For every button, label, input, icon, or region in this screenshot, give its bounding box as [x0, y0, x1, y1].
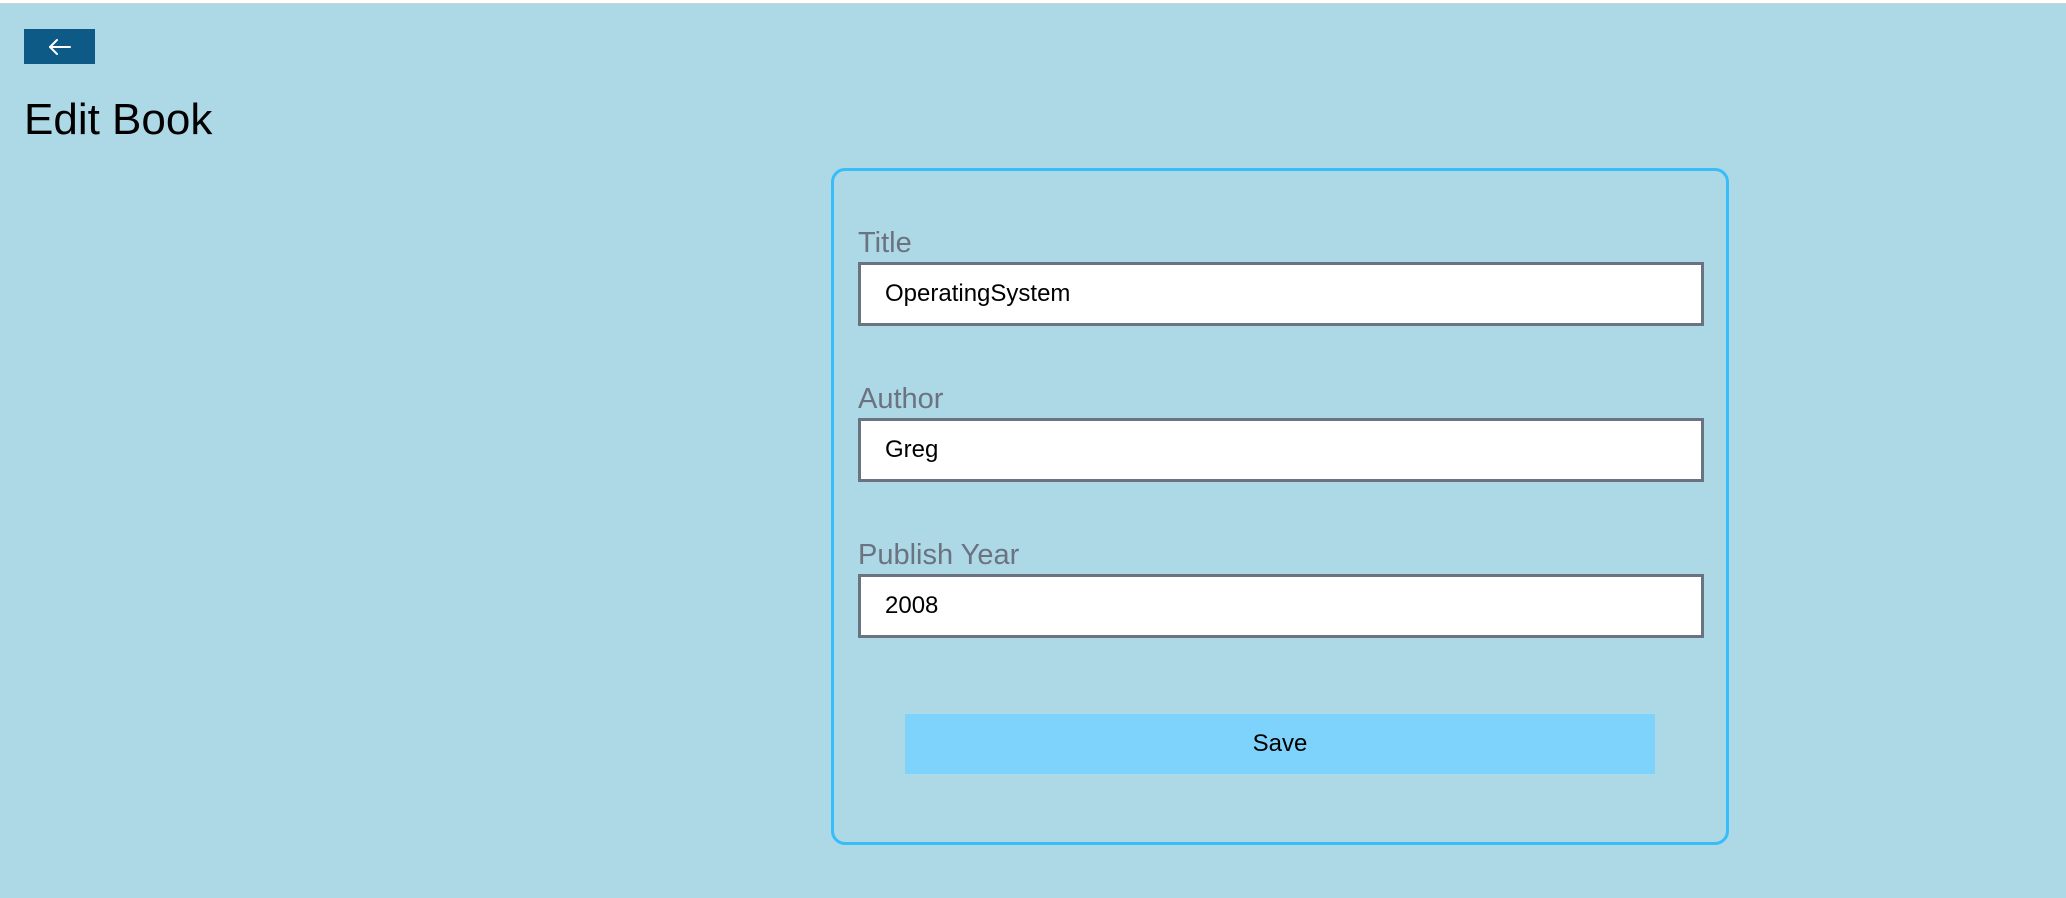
publish-year-label: Publish Year	[858, 539, 1020, 571]
back-button[interactable]	[24, 29, 95, 64]
author-label: Author	[858, 383, 944, 415]
arrow-left-icon	[48, 38, 72, 55]
author-input[interactable]	[858, 418, 1704, 482]
app-container: Edit Book Title Author Publish Year Save	[0, 3, 2066, 898]
edit-book-form: Title Author Publish Year Save	[831, 168, 1729, 845]
title-label: Title	[858, 227, 912, 259]
publish-year-input[interactable]	[858, 574, 1704, 638]
page-title: Edit Book	[24, 95, 213, 144]
save-button[interactable]: Save	[905, 714, 1655, 774]
page: Edit Book Title Author Publish Year Save	[0, 0, 2066, 898]
title-input[interactable]	[858, 262, 1704, 326]
